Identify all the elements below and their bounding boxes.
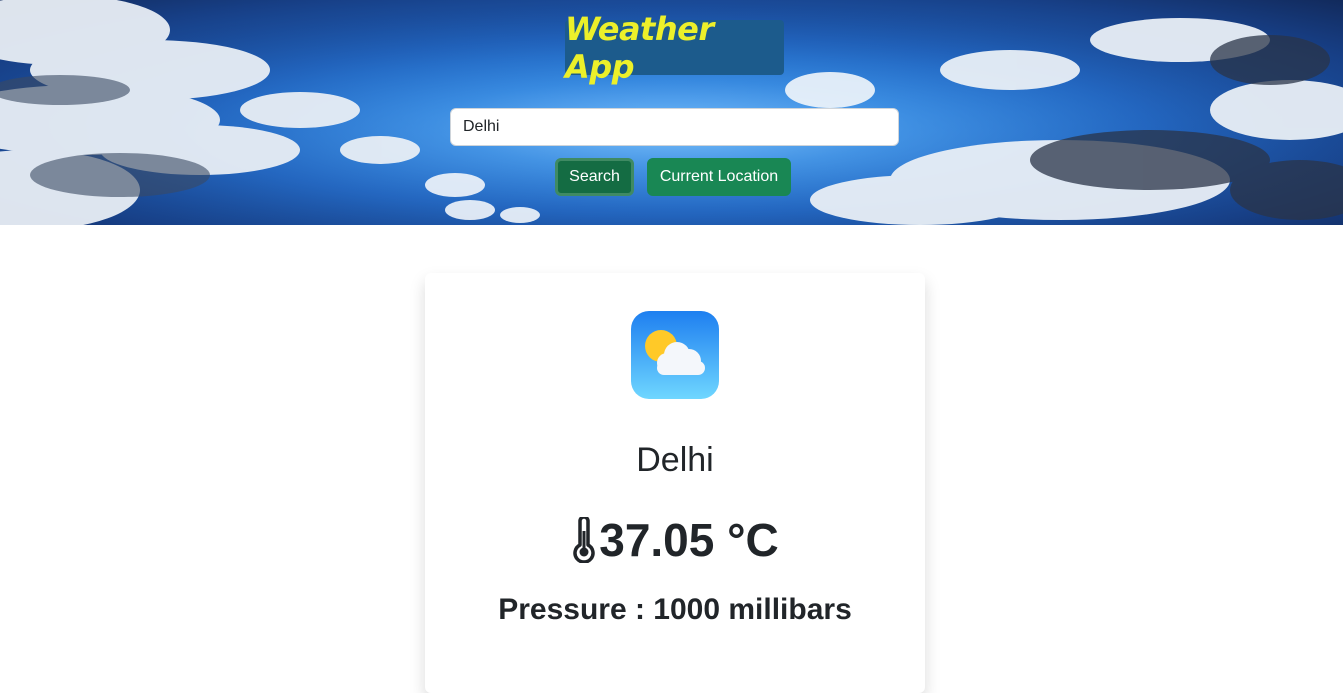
current-location-button[interactable]: Current Location xyxy=(647,158,791,196)
app-title: Weather App xyxy=(565,9,714,86)
pressure-text: Pressure : 1000 millibars xyxy=(498,593,852,626)
city-search-input[interactable] xyxy=(450,108,899,146)
app-title-box: Weather App xyxy=(565,10,784,86)
thermometer-icon xyxy=(573,517,595,563)
temperature-value: 37.05 °C xyxy=(599,514,779,566)
weather-card: Delhi 37.05 °C Pressure : 1000 millibars xyxy=(425,273,925,693)
city-name: Delhi xyxy=(636,441,714,479)
partly-cloudy-icon xyxy=(631,311,719,399)
search-button[interactable]: Search xyxy=(555,158,634,196)
hero-header: Weather App Search Current Location xyxy=(0,0,1343,225)
temperature-row: 37.05 °C xyxy=(425,513,925,567)
